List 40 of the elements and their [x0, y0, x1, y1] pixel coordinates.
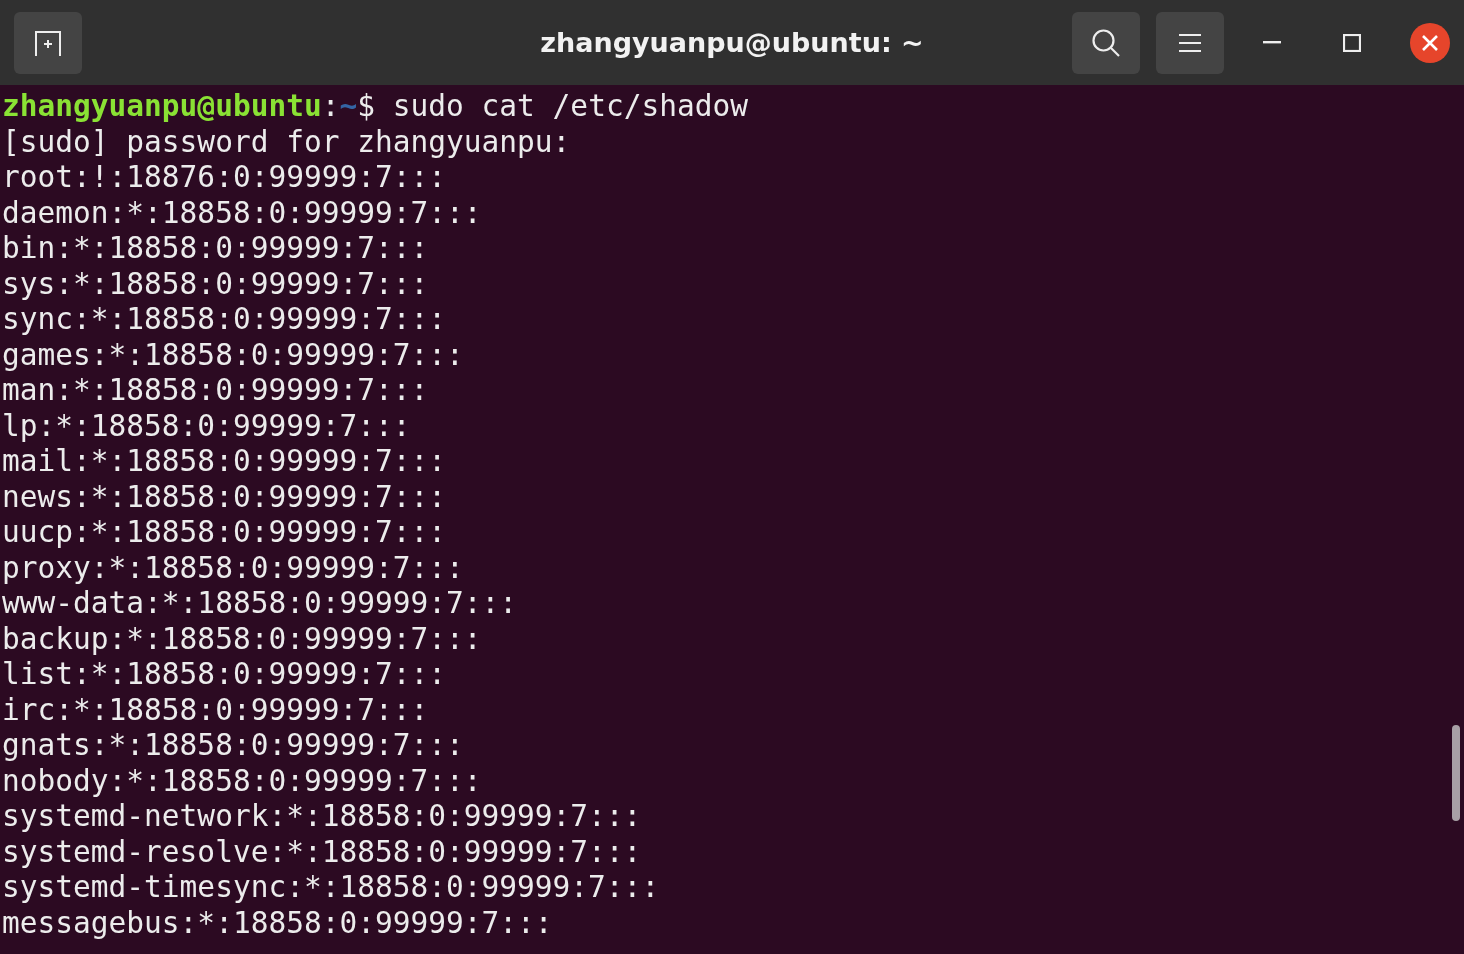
minimize-icon	[1263, 41, 1281, 44]
prompt-user: zhangyuanpu@ubuntu	[2, 89, 322, 123]
output-line: systemd-timesync:*:18858:0:99999:7:::	[2, 870, 660, 904]
new-tab-icon	[32, 28, 64, 57]
output-line: nobody:*:18858:0:99999:7:::	[2, 763, 482, 798]
output-line: irc:*:18858:0:99999:7:::	[2, 692, 429, 727]
prompt-symbol: $	[357, 89, 375, 123]
output-line: systemd-resolve:*:18858:0:99999:7:::	[2, 834, 642, 869]
close-button[interactable]	[1410, 22, 1450, 63]
prompt-path: ~	[339, 89, 358, 123]
menu-button[interactable]	[1156, 11, 1224, 74]
output-line: bin:*:18858:0:99999:7:::	[2, 231, 429, 265]
output-line: proxy:*:18858:0:99999:7:::	[2, 550, 464, 585]
close-icon	[1422, 34, 1438, 51]
output-line: [sudo] password for zhangyuanpu:	[2, 124, 571, 159]
output-line: mail:*:18858:0:99999:7:::	[2, 444, 446, 478]
output-line: daemon:*:18858:0:99999:7:::	[2, 195, 482, 230]
output-line: sys:*:18858:0:99999:7:::	[2, 266, 429, 301]
window-title: zhangyuanpu@ubuntu: ~	[540, 27, 924, 58]
search-icon	[1091, 27, 1121, 58]
output-line: root:!:18876:0:99999:7:::	[2, 160, 446, 194]
search-button[interactable]	[1072, 11, 1140, 74]
output-line: lp:*:18858:0:99999:7:::	[2, 408, 411, 443]
output-line: systemd-network:*:18858:0:99999:7:::	[2, 799, 642, 833]
output-line: sync:*:18858:0:99999:7:::	[2, 302, 446, 336]
output-line: messagebus:*:18858:0:99999:7:::	[2, 905, 553, 940]
prompt-separator: :	[321, 89, 340, 123]
menu-icon	[1179, 32, 1201, 53]
output-line: gnats:*:18858:0:99999:7:::	[2, 728, 464, 762]
command-text: sudo cat /etc/shadow	[391, 89, 748, 123]
output-line: news:*:18858:0:99999:7:::	[2, 479, 446, 514]
maximize-icon	[1343, 33, 1361, 52]
output-line: games:*:18858:0:99999:7:::	[2, 337, 464, 372]
output-line: backup:*:18858:0:99999:7:::	[2, 621, 482, 656]
output-line: list:*:18858:0:99999:7:::	[2, 657, 446, 691]
output-line: uucp:*:18858:0:99999:7:::	[2, 515, 446, 549]
new-tab-button[interactable]	[14, 11, 82, 74]
output-line: www-data:*:18858:0:99999:7:::	[2, 586, 518, 620]
output-line: man:*:18858:0:99999:7:::	[2, 373, 429, 407]
scrollbar-thumb[interactable]	[1452, 725, 1460, 821]
